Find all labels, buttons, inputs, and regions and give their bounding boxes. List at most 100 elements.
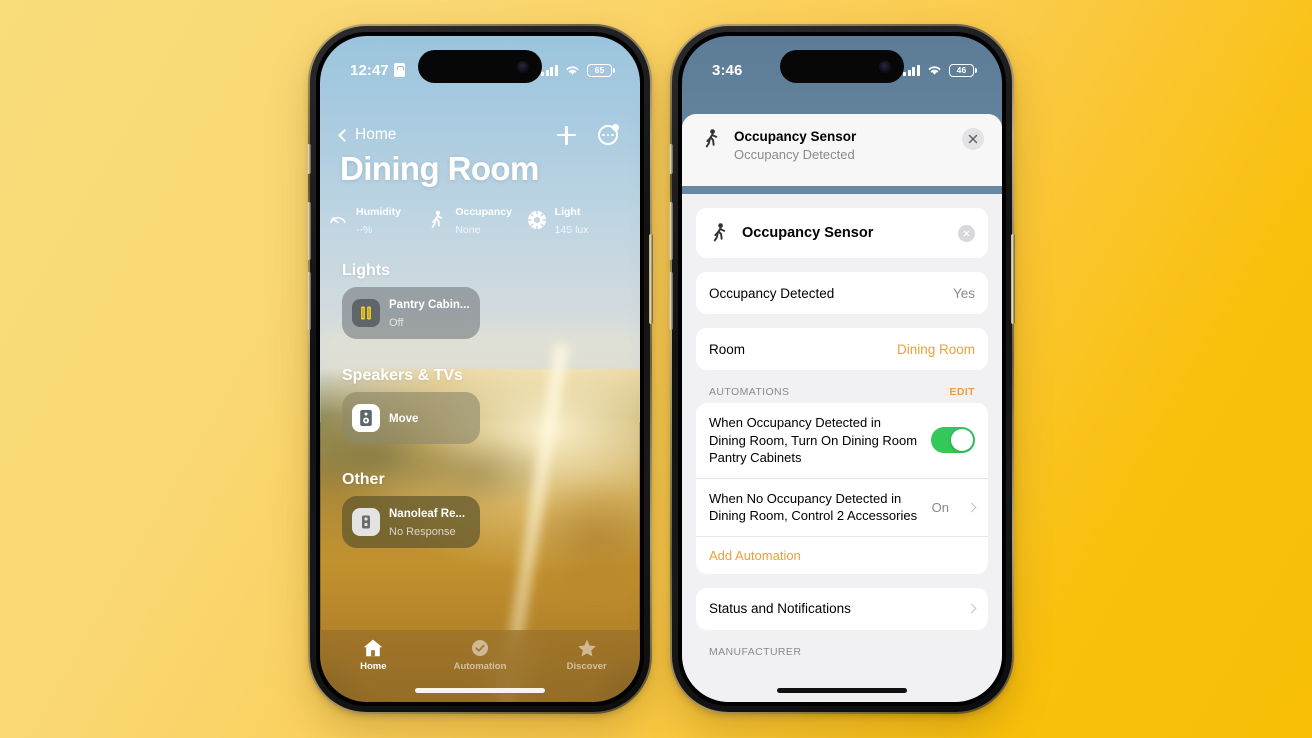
sheet-body: Occupancy Sensor Occupancy Detected Yes … (682, 194, 1002, 702)
sensor-value: --% (356, 224, 373, 236)
page-title: Dining Room (340, 150, 539, 187)
more-options-icon[interactable] (598, 124, 619, 145)
star-icon (577, 639, 596, 657)
volume-up-button[interactable] (307, 202, 311, 260)
right-phone-screen: 3:46 46 Occupancy Sensor Occupancy Detec… (682, 36, 1002, 702)
room-sensor-summary: Humidity --% Occupancy None Light 145 lu… (328, 203, 626, 237)
speaker-icon (352, 404, 380, 432)
tab-label: Home (360, 661, 387, 672)
status-time: 3:46 (712, 61, 743, 79)
tab-label: Discover (566, 661, 607, 672)
row-room[interactable]: Room Dining Room (696, 328, 988, 370)
wifi-icon (566, 66, 579, 75)
add-automation-button[interactable]: Add Automation (696, 535, 988, 574)
row-status-notifications[interactable]: Status and Notifications (696, 588, 988, 630)
sensor-occupancy[interactable]: Occupancy None (427, 202, 526, 238)
right-phone-bezel: 3:46 46 Occupancy Sensor Occupancy Detec… (678, 32, 1006, 706)
volume-down-button[interactable] (669, 272, 673, 330)
chevron-right-icon (966, 603, 977, 614)
edit-button[interactable]: EDIT (949, 386, 975, 398)
room-nav-bar: Home (320, 120, 640, 150)
row-label: Occupancy Detected (709, 285, 835, 301)
dynamic-island (780, 50, 904, 83)
accessory-tile-move[interactable]: Move (342, 392, 480, 444)
sensor-name: Light (554, 206, 581, 219)
sensor-value: 145 lux (554, 224, 589, 236)
tab-label: Automation (453, 661, 507, 672)
sensor-humidity[interactable]: Humidity --% (328, 202, 427, 238)
accessory-tile-pantry-cabinets[interactable]: Pantry Cabin... Off (342, 287, 480, 339)
tab-discover[interactable]: Discover (533, 638, 640, 672)
accessory-tile-nanoleaf[interactable]: Nanoleaf Re... No Response (342, 496, 480, 548)
tile-name: Move (389, 413, 419, 425)
room-card: Room Dining Room (696, 328, 988, 370)
row-value: Yes (952, 285, 975, 301)
nanoleaf-icon (352, 508, 380, 536)
automation-row-2[interactable]: When No Occupancy Detected in Dining Roo… (696, 477, 988, 536)
sensor-light[interactable]: Light 145 lux (527, 202, 626, 238)
home-indicator[interactable] (415, 688, 545, 693)
section-heading-speakers: Speakers & TVs (342, 367, 463, 384)
accessory-title-card[interactable]: Occupancy Sensor (696, 208, 988, 258)
mute-switch[interactable] (669, 144, 673, 174)
manufacturer-group-header: MANUFACTURER (709, 645, 802, 658)
automation-row-1[interactable]: When Occupancy Detected in Dining Room, … (696, 403, 988, 478)
humidity-icon (328, 210, 348, 230)
back-label: Home (355, 126, 397, 143)
dynamic-island (418, 50, 542, 83)
sheet-header: Occupancy Sensor Occupancy Detected (682, 114, 1002, 186)
automation-toggle[interactable] (931, 427, 975, 454)
automation-text: When No Occupancy Detected in Dining Roo… (709, 490, 918, 524)
chevron-right-icon (966, 502, 977, 513)
status-time: 12:47 (350, 61, 389, 79)
automations-group-header: AUTOMATIONS EDIT (696, 370, 988, 403)
sensor-name: Humidity (356, 206, 401, 219)
front-camera-icon (879, 60, 891, 73)
automations-card: When Occupancy Detected in Dining Room, … (696, 403, 988, 574)
automation-state: On (931, 499, 949, 515)
volume-down-button[interactable] (307, 272, 311, 330)
row-value: Dining Room (896, 341, 975, 357)
group-title: AUTOMATIONS (709, 386, 790, 398)
row-label: Room (709, 341, 746, 357)
status-notifications-card: Status and Notifications (696, 587, 988, 630)
tab-automation[interactable]: Automation (427, 638, 534, 672)
occupancy-walk-icon (427, 210, 447, 230)
cellular-bars-icon (541, 64, 558, 76)
row-label: Status and Notifications (709, 601, 851, 617)
occupancy-detected-card: Occupancy Detected Yes (696, 272, 988, 314)
clear-icon[interactable] (958, 224, 975, 242)
add-icon[interactable] (557, 125, 576, 145)
home-icon (364, 639, 383, 657)
battery-indicator: 46 (949, 63, 977, 77)
tile-state: No Response (389, 526, 456, 538)
left-phone-bezel: 12:47 65 Home Dining Room Humidity --% O… (316, 32, 644, 706)
power-button[interactable] (649, 234, 653, 324)
wifi-icon (928, 66, 941, 75)
power-button[interactable] (1011, 234, 1015, 324)
right-phone-device: 3:46 46 Occupancy Sensor Occupancy Detec… (669, 24, 1015, 714)
chevron-left-icon (338, 128, 351, 142)
tab-home[interactable]: Home (320, 638, 427, 672)
close-icon[interactable] (962, 128, 984, 150)
automation-clock-icon (472, 640, 488, 656)
volume-up-button[interactable] (669, 202, 673, 260)
light-strip-icon (352, 299, 380, 327)
cellular-bars-icon (903, 64, 920, 76)
battery-indicator: 65 (587, 63, 615, 77)
mute-switch[interactable] (307, 144, 311, 174)
front-camera-icon (517, 60, 529, 73)
sheet-title: Occupancy Sensor (734, 129, 857, 144)
sensor-name: Occupancy (455, 206, 512, 219)
accessory-name: Occupancy Sensor (742, 225, 874, 241)
back-to-home-button[interactable]: Home (338, 126, 397, 144)
row-occupancy-detected[interactable]: Occupancy Detected Yes (696, 272, 988, 314)
section-heading-other: Other (342, 471, 385, 488)
tile-state: Off (389, 317, 404, 329)
left-phone-screen: 12:47 65 Home Dining Room Humidity --% O… (320, 36, 640, 702)
light-brightness-icon (527, 210, 547, 230)
sheet-subtitle: Occupancy Detected (734, 147, 855, 162)
tile-name: Nanoleaf Re... (389, 508, 466, 520)
home-indicator[interactable] (777, 688, 907, 693)
automation-text: When Occupancy Detected in Dining Room, … (709, 415, 918, 466)
